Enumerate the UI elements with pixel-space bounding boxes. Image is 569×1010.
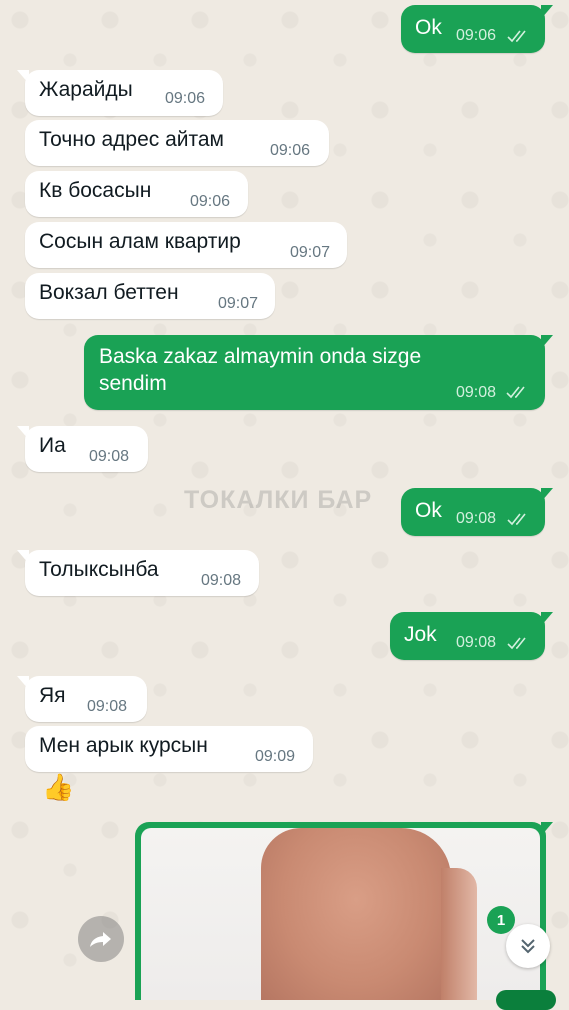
photo-subject bbox=[261, 828, 451, 1000]
chevron-down-double-icon bbox=[521, 939, 535, 954]
forward-icon bbox=[90, 932, 111, 947]
message-time: 09:08 bbox=[87, 698, 128, 715]
message-incoming[interactable]: Кв босасын 09:06 bbox=[25, 171, 248, 217]
message-text: Baska zakaz almaymin onda sizge bbox=[99, 345, 422, 368]
message-text: Jok bbox=[404, 623, 437, 646]
message-incoming[interactable]: Иа 09:08 bbox=[25, 426, 148, 472]
message-time: 09:06 bbox=[456, 27, 497, 44]
forward-button[interactable] bbox=[78, 916, 124, 962]
message-outgoing[interactable]: Baska zakaz almaymin onda sizge sendim 0… bbox=[84, 335, 545, 410]
message-text: Жарайды bbox=[39, 78, 133, 101]
message-outgoing[interactable]: Ok 09:06 bbox=[401, 5, 545, 53]
bubble-tail bbox=[541, 612, 553, 626]
message-incoming[interactable]: Жарайды 09:06 bbox=[25, 70, 223, 116]
bubble-tail bbox=[541, 335, 553, 349]
message-text: Ok bbox=[415, 16, 442, 39]
message-text: Вокзал беттен bbox=[39, 281, 179, 304]
message-time: 09:08 bbox=[456, 634, 497, 651]
message-outgoing[interactable]: Jok 09:08 bbox=[390, 612, 545, 660]
message-incoming[interactable]: Вокзал беттен 09:07 bbox=[25, 273, 275, 319]
message-text: Кв босасын bbox=[39, 179, 152, 202]
thumbs-up-emoji[interactable]: 👍 bbox=[42, 772, 74, 803]
unread-badge: 1 bbox=[487, 906, 515, 934]
message-time: 09:08 bbox=[456, 510, 497, 527]
message-time: 09:07 bbox=[290, 244, 331, 261]
message-time: 09:09 bbox=[255, 748, 296, 765]
message-time: 09:06 bbox=[165, 90, 206, 107]
scroll-down-button[interactable] bbox=[506, 924, 550, 968]
message-text: Мен арык курсын bbox=[39, 734, 208, 757]
input-bar-edge bbox=[496, 990, 556, 1010]
double-check-icon bbox=[506, 386, 525, 399]
message-incoming[interactable]: Точно адрес айтам 09:06 bbox=[25, 120, 329, 166]
message-time: 09:06 bbox=[190, 193, 231, 210]
message-time: 09:07 bbox=[218, 295, 259, 312]
message-incoming[interactable]: Яя 09:08 bbox=[25, 676, 147, 722]
message-incoming[interactable]: Толыксынба 09:08 bbox=[25, 550, 259, 596]
bubble-tail bbox=[541, 5, 553, 19]
bubble-tail bbox=[541, 822, 553, 836]
message-text: Яя bbox=[39, 684, 66, 707]
message-text-line2: sendim bbox=[99, 372, 167, 395]
message-text: Сосын алам квартир bbox=[39, 230, 241, 253]
message-text: Ok bbox=[415, 499, 442, 522]
double-check-icon bbox=[507, 513, 526, 526]
bubble-tail bbox=[541, 488, 553, 502]
photo-attachment[interactable] bbox=[141, 828, 540, 1000]
message-time: 09:08 bbox=[201, 572, 242, 589]
message-text: Точно адрес айтам bbox=[39, 128, 224, 151]
message-text: Толыксынба bbox=[39, 558, 159, 581]
media-message[interactable] bbox=[135, 822, 546, 1000]
message-time: 09:08 bbox=[89, 448, 130, 465]
message-time: 09:08 bbox=[456, 384, 497, 401]
message-time: 09:06 bbox=[270, 142, 311, 159]
photo-shadow bbox=[441, 868, 477, 1000]
message-text: Иа bbox=[39, 434, 66, 457]
message-incoming[interactable]: Сосын алам квартир 09:07 bbox=[25, 222, 347, 268]
watermark: ТОКАЛКИ БАР bbox=[184, 486, 373, 514]
message-outgoing[interactable]: Ok 09:08 bbox=[401, 488, 545, 536]
message-incoming[interactable]: Мен арык курсын 09:09 bbox=[25, 726, 313, 772]
double-check-icon bbox=[507, 30, 526, 43]
double-check-icon bbox=[507, 637, 526, 650]
